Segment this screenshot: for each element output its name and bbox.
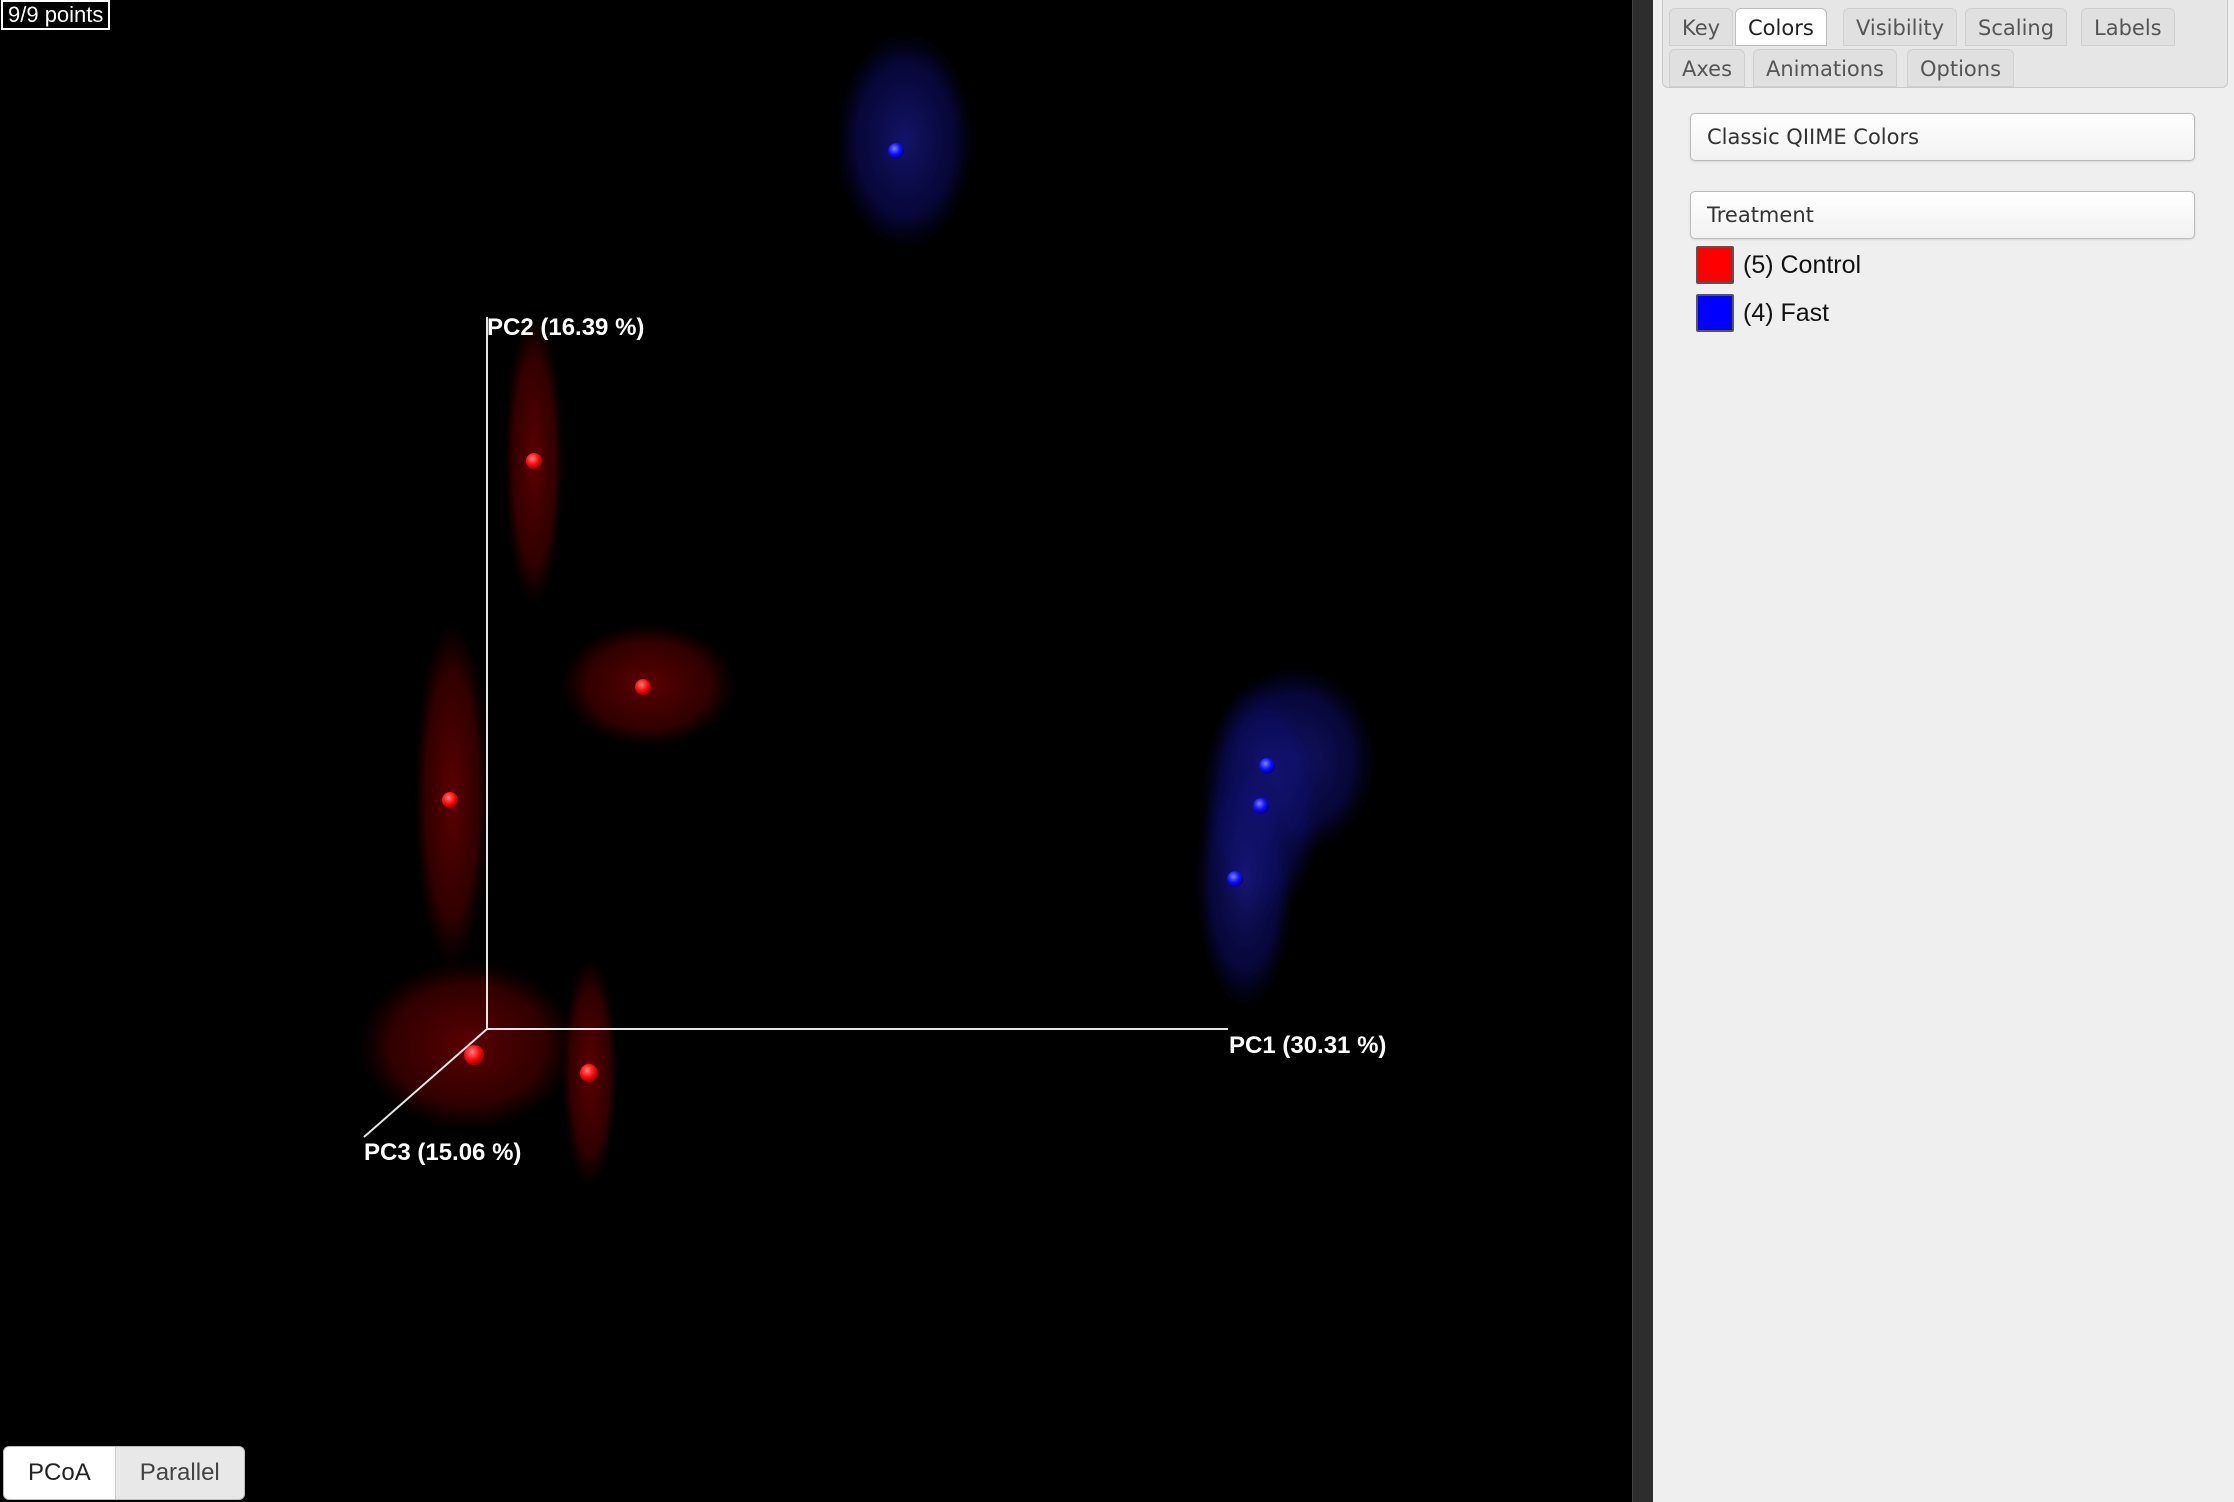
emperor-app: 9/9 points PC2 (16.39 %) PC1 (30.31 %) P… [0, 0, 2234, 1502]
legend-item-control: (5) Control [1696, 245, 1861, 285]
sample-point-control[interactable] [442, 792, 458, 808]
sample-point-control[interactable] [580, 1064, 598, 1082]
tab-colors[interactable]: Colors [1735, 8, 1827, 46]
legend-label-fast: (4) Fast [1743, 298, 1830, 327]
tab-animations[interactable]: Animations [1753, 49, 1898, 87]
view-type-tabs: PCoA Parallel [3, 1446, 245, 1500]
legend-item-fast: (4) Fast [1696, 293, 1829, 333]
pcoa-plot-canvas[interactable]: 9/9 points PC2 (16.39 %) PC1 (30.31 %) P… [0, 0, 1632, 1502]
tab-options[interactable]: Options [1907, 49, 2015, 87]
points-counter: 9/9 points [1, 0, 111, 30]
sample-point-control[interactable] [635, 679, 651, 695]
tab-axes[interactable]: Axes [1669, 49, 1746, 87]
colormap-select[interactable]: Classic QIIME Colors [1690, 113, 2195, 161]
tab-pcoa[interactable]: PCoA [4, 1447, 116, 1499]
ellipsoids [358, 30, 1377, 1187]
pc1-axis-label: PC1 (30.31 %) [1229, 1032, 1387, 1059]
sample-point-control[interactable] [526, 453, 542, 469]
pc2-axis-label: PC2 (16.39 %) [487, 314, 645, 341]
tab-key[interactable]: Key [1669, 8, 1734, 46]
sample-point-control[interactable] [464, 1045, 484, 1065]
panel-tabbar: Key Colors Visibility Scaling Labels Axe… [1662, 0, 2228, 88]
tab-visibility[interactable]: Visibility [1843, 8, 1958, 46]
plot-svg[interactable] [0, 0, 1632, 1502]
tab-scaling[interactable]: Scaling [1965, 8, 2068, 46]
legend-label-control: (5) Control [1743, 250, 1862, 279]
sample-point-fast[interactable] [1227, 871, 1243, 887]
pc3-axis-label: PC3 (15.06 %) [364, 1139, 522, 1166]
sample-points [442, 143, 1275, 1082]
tab-parallel[interactable]: Parallel [116, 1447, 244, 1499]
panel-splitter[interactable] [1632, 0, 1653, 1502]
color-swatch-fast[interactable] [1696, 294, 1734, 332]
category-select[interactable]: Treatment [1690, 191, 2195, 239]
sample-point-fast[interactable] [1259, 758, 1275, 774]
color-swatch-control[interactable] [1696, 246, 1734, 284]
ellipsoid-fast-top [835, 30, 975, 250]
tab-labels[interactable]: Labels [2081, 8, 2175, 46]
ellipsoid-fast-3 [1195, 750, 1295, 1010]
sample-point-fast[interactable] [888, 143, 904, 159]
controller-panel: Key Colors Visibility Scaling Labels Axe… [1653, 0, 2234, 1502]
sample-point-fast[interactable] [1253, 798, 1269, 814]
